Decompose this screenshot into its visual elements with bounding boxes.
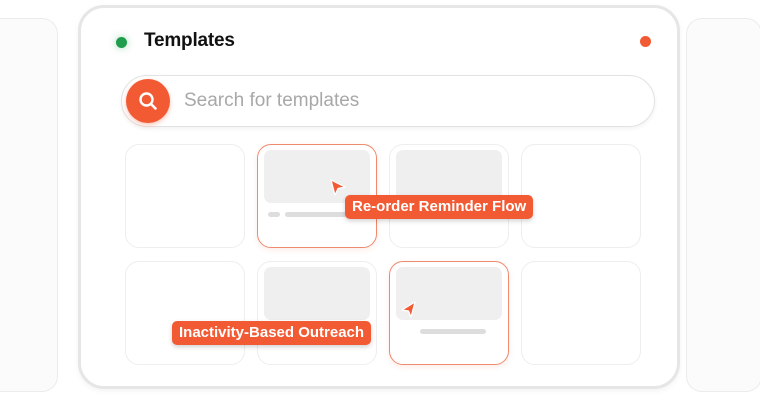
search-icon [139,92,157,110]
search-bar[interactable] [121,75,655,127]
cursor-arrow-icon [330,179,346,196]
template-thumbnail [264,267,370,320]
template-card[interactable] [125,261,245,365]
cursor-arrow-icon [401,301,416,318]
window-title: Templates [144,30,235,51]
templates-window: Templates Re-order Reminder Flow [78,5,680,389]
side-panel-left [0,18,58,392]
template-card[interactable] [521,261,641,365]
template-callout-label: Inactivity-Based Outreach [172,321,372,345]
template-card[interactable] [125,144,245,248]
template-text-line [420,329,486,334]
template-callout-label: Re-order Reminder Flow [345,195,534,219]
close-dot[interactable] [640,36,651,47]
template-text-line [285,212,347,217]
status-dot [116,37,127,48]
template-card[interactable] [257,261,377,365]
side-panel-right [686,18,760,392]
template-text-line [268,212,280,217]
search-input[interactable] [184,80,624,122]
template-card[interactable] [521,144,641,248]
search-button[interactable] [126,79,170,123]
